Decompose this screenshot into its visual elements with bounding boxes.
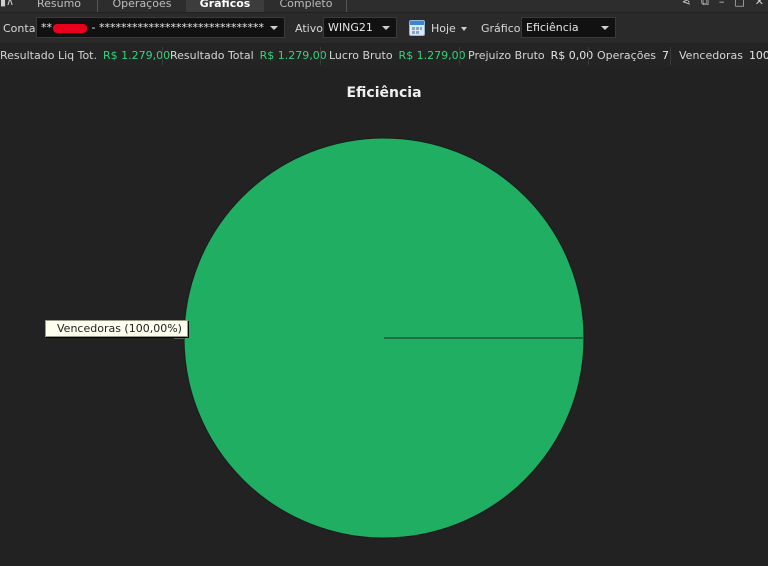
stat-divider xyxy=(162,47,163,65)
stat-divider xyxy=(588,47,589,65)
panel-menu-icon[interactable]: ▮∧ xyxy=(0,0,14,8)
stat-value: R$ 1.279,00 xyxy=(259,49,327,62)
stat-value: R$ 0,00 xyxy=(550,49,594,62)
stat-label: Resultado Total xyxy=(170,49,254,62)
ativo-label: Ativo xyxy=(295,22,323,35)
tab-divider xyxy=(97,0,98,12)
stat-resultado-liq: Resultado Liq Tot. R$ 1.279,00 xyxy=(0,49,170,62)
chevron-down-icon xyxy=(270,26,278,30)
tab-operacoes[interactable]: Operações xyxy=(108,0,176,12)
calendar-icon[interactable] xyxy=(409,20,425,36)
conta-prefix: ** xyxy=(41,21,52,34)
close-icon[interactable]: ✕ xyxy=(755,0,764,9)
stat-prejuizo-bruto: Prejuizo Bruto R$ 0,00 xyxy=(468,49,593,62)
conta-dropdown[interactable]: ** - ****************************** xyxy=(36,17,285,38)
stat-value: R$ 1.279,00 xyxy=(398,49,466,62)
stat-resultado-total: Resultado Total R$ 1.279,00 xyxy=(170,49,327,62)
conta-suffix: - ****************************** xyxy=(88,21,264,34)
chevron-down-icon[interactable] xyxy=(461,27,467,31)
stat-operacoes: Operações 7 xyxy=(597,49,669,62)
ativo-dropdown[interactable]: WING21 xyxy=(323,17,397,38)
stat-lucro-bruto: Lucro Bruto R$ 1.279,00 xyxy=(329,49,466,62)
stat-label: Operações xyxy=(597,49,656,62)
tab-graficos[interactable]: Gráficos xyxy=(186,0,264,12)
stat-label: Lucro Bruto xyxy=(329,49,393,62)
popout-icon[interactable]: ⧉ xyxy=(701,0,709,9)
chevron-down-icon xyxy=(382,26,390,30)
slice-label-vencedoras: Vencedoras (100,00%) xyxy=(45,320,188,337)
tab-resumo[interactable]: Resumo xyxy=(30,0,88,12)
tab-divider xyxy=(346,0,347,12)
tab-bar: ▮∧ Resumo Operações Gráficos Completo ⋖ … xyxy=(0,0,768,12)
stat-value: 7 xyxy=(661,49,669,62)
ativo-value: WING21 xyxy=(328,21,373,34)
pie-chart xyxy=(174,137,585,539)
filter-toolbar: Conta ** - *****************************… xyxy=(0,13,768,43)
stat-vencedoras: Vencedoras 100,0 xyxy=(679,49,768,62)
stat-label: Prejuizo Bruto xyxy=(468,49,545,62)
maximize-icon[interactable]: □ xyxy=(734,0,744,9)
stat-divider xyxy=(320,47,321,65)
grafico-value: Eficiência xyxy=(526,21,579,34)
minimize-icon[interactable]: – xyxy=(719,0,725,9)
conta-label: Conta xyxy=(3,22,36,35)
chevron-down-icon xyxy=(601,26,609,30)
redacted-mark xyxy=(53,23,87,33)
summary-stats: Resultado Liq Tot. R$ 1.279,00 Resultado … xyxy=(0,44,768,68)
date-dropdown[interactable]: Hoje xyxy=(431,22,456,35)
stat-label: Vencedoras xyxy=(679,49,743,62)
window-controls: ⋖ ⧉ – □ ✕ xyxy=(682,0,764,9)
stat-value: R$ 1.279,00 xyxy=(103,49,171,62)
stat-value: 100,0 xyxy=(748,49,768,62)
stat-divider xyxy=(670,47,671,65)
share-icon[interactable]: ⋖ xyxy=(682,0,691,9)
pie-chart-panel: Eficiência Vencedoras (100,00%) xyxy=(0,68,768,566)
tab-completo[interactable]: Completo xyxy=(270,0,342,12)
stat-divider xyxy=(459,47,460,65)
stat-label: Resultado Liq Tot. xyxy=(0,49,97,62)
grafico-dropdown[interactable]: Eficiência xyxy=(521,17,616,38)
grafico-label: Gráfico xyxy=(481,22,521,35)
